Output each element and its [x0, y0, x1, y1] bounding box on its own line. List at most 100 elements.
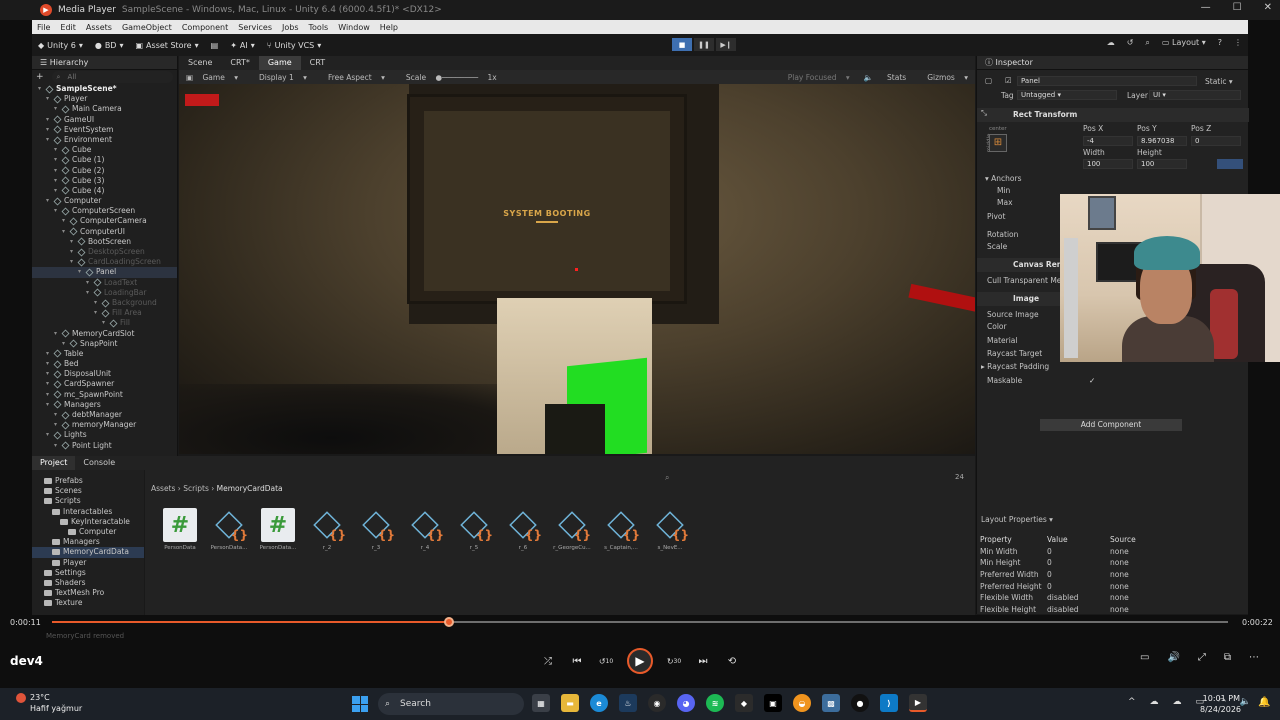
vscode-icon[interactable]: ⟩ — [880, 694, 898, 712]
asset-item[interactable]: {} PersonData... — [206, 508, 252, 551]
hierarchy-item[interactable]: ▾ Panel — [32, 267, 177, 278]
tab-crt[interactable]: CRT* — [221, 56, 258, 70]
stats-button[interactable]: Stats — [880, 73, 913, 82]
epic-games-icon[interactable]: ▣ — [764, 694, 782, 712]
account-button[interactable]: ● BD ▾ — [89, 41, 130, 50]
github-desktop-icon[interactable]: ◉ — [648, 694, 666, 712]
hierarchy-item[interactable]: ▾ GameUI — [32, 115, 177, 125]
height-field[interactable]: 100 — [1137, 159, 1187, 169]
edge-icon[interactable]: e — [590, 694, 608, 712]
folder-item[interactable]: Shaders — [32, 578, 144, 588]
hierarchy-item[interactable]: ▾ DisposalUnit — [32, 369, 177, 379]
asset-item[interactable]: {} r_5 — [451, 508, 497, 551]
hierarchy-item[interactable]: ▾ SnapPoint — [32, 339, 177, 349]
hierarchy-item[interactable]: ▾ Cube (3) — [32, 176, 177, 186]
hierarchy-item[interactable]: ▾ Computer — [32, 196, 177, 206]
layout-properties-dropdown[interactable]: Layout Properties ▾ — [981, 515, 1053, 524]
media-player-task-icon[interactable]: ▶ — [909, 694, 927, 712]
breadcrumb-item[interactable]: Assets — [151, 484, 175, 493]
pause-icon[interactable]: ❚❚ — [694, 38, 714, 51]
step-icon[interactable]: ▶❙ — [716, 38, 736, 51]
notification-icon[interactable]: 🔔 — [1258, 697, 1270, 708]
chevron-up-icon[interactable]: ^ — [1128, 697, 1136, 707]
tab-scene[interactable]: Scene — [179, 56, 221, 70]
minimize-icon[interactable]: — — [1201, 2, 1211, 13]
previous-icon[interactable]: ⏮ — [569, 653, 585, 669]
hierarchy-item[interactable]: ▾ Table — [32, 349, 177, 359]
menu-file[interactable]: File — [32, 23, 55, 32]
hierarchy-item[interactable]: ▾ Player — [32, 94, 177, 104]
menu-window[interactable]: Window — [333, 23, 375, 32]
hierarchy-item[interactable]: ▾ LoadText — [32, 278, 177, 288]
folder-item[interactable]: Settings — [32, 568, 144, 578]
hierarchy-item[interactable]: ▾ EventSystem — [32, 125, 177, 135]
taskbar-search[interactable]: ⌕ Search — [378, 693, 524, 715]
hierarchy-item[interactable]: ▾ memoryManager — [32, 420, 177, 430]
hierarchy-item[interactable]: ▾ DesktopScreen — [32, 247, 177, 257]
menu-help[interactable]: Help — [375, 23, 403, 32]
hierarchy-item[interactable]: ▾ Fill Area — [32, 308, 177, 318]
ai-button[interactable]: ✦ AI ▾ — [224, 41, 261, 50]
foldout-arrow-icon[interactable]: ▾ — [86, 288, 94, 298]
aspect-dropdown[interactable]: Free Aspect ▾ — [314, 73, 392, 82]
maskable-checkbox[interactable]: ✓ — [1089, 376, 1095, 385]
hierarchy-tab[interactable]: ☰ Hierarchy — [32, 56, 177, 70]
folder-item[interactable]: Interactables — [32, 507, 144, 517]
play-button[interactable]: ▶ — [627, 648, 653, 674]
foldout-arrow-icon[interactable]: ▾ — [54, 176, 62, 186]
cloud-icon[interactable]: ☁ — [1107, 38, 1115, 48]
onedrive-icon[interactable]: ☁ — [1173, 697, 1182, 707]
fullscreen-icon[interactable]: ⤢ — [1198, 652, 1206, 663]
menu-services[interactable]: Services — [233, 23, 277, 32]
play-focused-dropdown[interactable]: Play Focused ▾ — [774, 73, 857, 82]
search-icon[interactable]: ⌕ — [665, 473, 675, 483]
tab-project[interactable]: Project — [32, 456, 76, 470]
menu-tools[interactable]: Tools — [304, 23, 334, 32]
asset-store-button[interactable]: ▣ Asset Store ▾ — [129, 41, 204, 50]
kebab-icon[interactable]: ⋮ — [1234, 38, 1242, 48]
foldout-arrow-icon[interactable]: ▾ — [54, 186, 62, 196]
asset-item[interactable]: {} r_4 — [402, 508, 448, 551]
asset-item[interactable]: {} r_3 — [353, 508, 399, 551]
scale-slider[interactable]: Scale ●──────── 1x — [392, 73, 511, 82]
hierarchy-item[interactable]: ▾ Managers — [32, 400, 177, 410]
asset-item[interactable]: # PersonData... — [255, 508, 301, 551]
folder-item[interactable]: Computer — [32, 527, 144, 537]
weather-widget[interactable]: 23°C Hafif yağmur — [16, 692, 82, 714]
hierarchy-item[interactable]: ▾ SampleScene* — [32, 84, 177, 94]
foldout-arrow-icon[interactable]: ▾ — [62, 339, 70, 349]
gizmos-button[interactable]: Gizmos ▾ — [913, 73, 975, 82]
hierarchy-item[interactable]: ▾ mc_SpawnPoint — [32, 390, 177, 400]
hierarchy-item[interactable]: ▾ Cube — [32, 145, 177, 155]
hierarchy-item[interactable]: ▾ debtManager — [32, 410, 177, 420]
cloud-icon[interactable]: ☁ — [1150, 697, 1159, 707]
folder-item[interactable]: Scripts — [32, 496, 144, 506]
tag-dropdown[interactable]: Untagged ▾ — [1017, 90, 1117, 100]
layer-dropdown[interactable]: UI ▾ — [1149, 90, 1241, 100]
hierarchy-item[interactable]: ▾ Environment — [32, 135, 177, 145]
game-mode-dropdown[interactable]: ▣ Game ▾ — [179, 73, 245, 82]
maximize-icon[interactable]: ☐ — [1233, 2, 1242, 13]
hierarchy-item[interactable]: ▾ ComputerScreen — [32, 206, 177, 216]
speaker-icon[interactable]: 🔈 — [1240, 697, 1251, 707]
history-icon[interactable]: ↺ — [1127, 38, 1134, 48]
folder-item[interactable]: KeyInteractable — [32, 517, 144, 527]
anchors-foldout[interactable]: ▾ Anchors — [985, 174, 1022, 183]
volume-icon[interactable]: 🔊 — [1167, 652, 1179, 663]
layout-dropdown[interactable]: ▭ Layout ▾ — [1162, 38, 1206, 48]
play-icon[interactable]: ■ — [672, 38, 692, 51]
folder-item[interactable]: Texture — [32, 598, 144, 608]
blueprint-toggle[interactable] — [1217, 159, 1243, 169]
asset-item[interactable]: {} r_2 — [304, 508, 350, 551]
seek-handle[interactable] — [444, 617, 454, 627]
hierarchy-search-input[interactable]: ⌕ All — [51, 71, 173, 83]
game-view[interactable]: SYSTEM BOOTING — [179, 84, 975, 454]
hierarchy-item[interactable]: ▾ Background — [32, 298, 177, 308]
foldout-arrow-icon[interactable]: ▾ — [70, 237, 78, 247]
miniplayer-icon[interactable]: ⧉ — [1224, 652, 1231, 663]
add-icon[interactable]: + — [32, 72, 48, 82]
windows-start-icon[interactable] — [352, 696, 368, 712]
hierarchy-item[interactable]: ▾ Lights — [32, 430, 177, 440]
hierarchy-item[interactable]: ▾ Cube (1) — [32, 155, 177, 165]
skip-forward-button[interactable]: ↻ 30 — [666, 653, 682, 669]
